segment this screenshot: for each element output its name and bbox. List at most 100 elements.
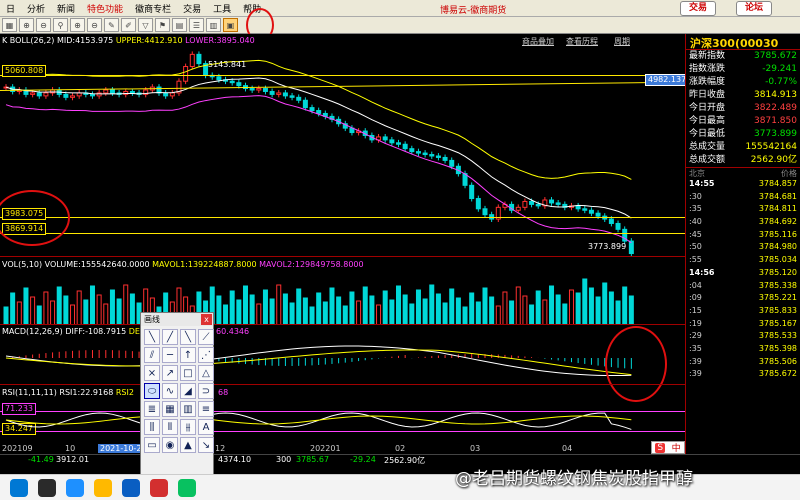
zoom-out-icon[interactable]: ⊖ xyxy=(87,18,102,32)
browser-icon[interactable] xyxy=(66,478,84,497)
ime-toolbar[interactable]: S 中 xyxy=(651,441,685,454)
tick-price: 3785.398 xyxy=(758,343,797,353)
channel-icon[interactable]: ⟋ xyxy=(198,329,214,345)
tick-row: :39 3785.506 xyxy=(686,356,800,369)
level-label-4982: 4982.137 xyxy=(645,74,690,86)
ellipse-icon[interactable]: ⬭ xyxy=(144,383,160,399)
rectangle-icon[interactable]: □ xyxy=(180,365,196,381)
search-icon[interactable]: ⚲ xyxy=(53,18,68,32)
chart-area[interactable]: K BOLL(26,2) MID:4153.975 UPPER:4412.910… xyxy=(0,34,690,454)
folder-icon[interactable] xyxy=(94,478,112,497)
line-segment-icon[interactable]: ╲ xyxy=(144,329,160,345)
cycle-icon[interactable]: ▥ xyxy=(180,401,196,417)
trend-icon[interactable]: ↗ xyxy=(162,365,178,381)
flag-icon[interactable]: ⚑ xyxy=(155,18,170,32)
draw-palette-icon[interactable]: ▣ xyxy=(223,18,238,32)
quote-row: 总成交额 2562.90亿 xyxy=(686,154,800,167)
arc-icon[interactable]: ⊃ xyxy=(198,383,214,399)
volume-bar xyxy=(336,296,342,325)
quote-label: 总成交额 xyxy=(689,155,726,165)
menu-item-news[interactable]: 新闻 xyxy=(51,2,81,15)
volume-bar xyxy=(289,302,295,325)
app-title: 博易云-徽商期货 xyxy=(440,6,507,16)
menu-item-analysis[interactable]: 分析 xyxy=(21,2,51,15)
volume-bar xyxy=(369,295,375,325)
trading-app-icon[interactable] xyxy=(150,478,168,497)
tick-header-time: 北京 xyxy=(689,169,705,178)
candle-body xyxy=(529,200,535,205)
fibonacci-icon[interactable]: ≣ xyxy=(144,401,160,417)
magnifier-plus-icon[interactable]: ⊕ xyxy=(19,18,34,32)
down-marker-icon[interactable]: ↘ xyxy=(198,437,214,453)
table-icon[interactable]: ▤ xyxy=(172,18,187,32)
wave-icon[interactable]: ∿ xyxy=(162,383,178,399)
ime-logo-icon: S xyxy=(655,442,666,453)
volume-bar xyxy=(529,304,535,325)
rsi-extra-label: 68 xyxy=(218,388,229,397)
speed-icon[interactable]: ≡ xyxy=(198,401,214,417)
cross-line-icon[interactable]: ⨯ xyxy=(144,365,160,381)
grid-icon[interactable]: ▦ xyxy=(2,18,17,32)
tick-price: 3785.034 xyxy=(758,255,797,265)
list-icon[interactable]: ☰ xyxy=(189,18,204,32)
close-icon[interactable]: x xyxy=(201,314,212,325)
tick-price: 3785.120 xyxy=(758,267,797,277)
quote-row: 总成交量 155542164 xyxy=(686,141,800,154)
menu-item-column[interactable]: 徽商专栏 xyxy=(129,2,177,15)
volume-bar xyxy=(469,292,475,325)
menu-item-trade[interactable]: 交易 xyxy=(177,2,207,15)
zoom-in-icon[interactable]: ⊕ xyxy=(70,18,85,32)
menu-item-features[interactable]: 特色功能 xyxy=(81,2,129,15)
triangle-icon[interactable]: △ xyxy=(198,365,214,381)
wechat-icon[interactable] xyxy=(178,478,196,497)
time-zone-icon[interactable]: ⫴ xyxy=(162,419,178,435)
up-marker-icon[interactable]: ▲ xyxy=(180,437,196,453)
candle-body xyxy=(216,76,222,81)
volume-bar xyxy=(535,290,541,325)
macd-chart xyxy=(5,345,632,377)
volume-bar xyxy=(50,300,56,325)
task-view-icon[interactable] xyxy=(38,478,56,497)
volume-bar xyxy=(602,282,608,325)
funnel-icon[interactable]: ▽ xyxy=(138,18,153,32)
tick-list[interactable]: 14:55 3784.857:30 3784.681:35 3784.811:40 37… xyxy=(686,178,800,381)
low-price-label: 3773.899 xyxy=(588,242,627,251)
magnifier-minus-icon[interactable]: ⊖ xyxy=(36,18,51,32)
gann-icon[interactable]: ▦ xyxy=(162,401,178,417)
arrow-up-icon[interactable]: ↑ xyxy=(180,347,196,363)
volume-bar xyxy=(628,295,634,325)
ime-mode[interactable]: 中 xyxy=(672,441,681,454)
volume-bar xyxy=(89,285,95,325)
boll-lower-line xyxy=(5,95,632,244)
candle-body xyxy=(189,53,195,68)
brush-icon[interactable]: ✐ xyxy=(121,18,136,32)
app-icon[interactable] xyxy=(122,478,140,497)
ruler-icon[interactable]: ▭ xyxy=(144,437,160,453)
tick-row: :45 3785.116 xyxy=(686,229,800,242)
menu-item-tools[interactable]: 工具 xyxy=(207,2,237,15)
tick-row: :30 3784.681 xyxy=(686,191,800,204)
ray-icon[interactable]: ╲ xyxy=(180,329,196,345)
price-range-icon[interactable]: ⫵ xyxy=(180,419,196,435)
forum-button[interactable]: 论坛 xyxy=(736,1,773,16)
tick-time: :09 xyxy=(689,293,702,303)
hline-icon[interactable]: ─ xyxy=(162,347,178,363)
text-icon[interactable]: A xyxy=(198,419,214,435)
draw-palette[interactable]: 画线 x ╲ ╱ ╲ ⟋ ⫽ ─ ↑ ⋰ ⨯ ↗ □ △ ⬭ ∿ ◢ ⊃ ≣ ▦… xyxy=(140,312,214,477)
volume-bar xyxy=(409,303,415,325)
pattern-icon[interactable]: ◢ xyxy=(180,383,196,399)
parallel-icon[interactable]: ⫽ xyxy=(144,347,160,363)
magnet-icon[interactable]: ◉ xyxy=(162,437,178,453)
volume-bar xyxy=(389,299,395,325)
windows-icon[interactable] xyxy=(10,478,28,497)
line-icon[interactable]: ╱ xyxy=(162,329,178,345)
volume-bar xyxy=(3,306,9,325)
menu-item-day[interactable]: 日 xyxy=(0,2,21,15)
trade-button[interactable]: 交易 xyxy=(680,1,717,16)
split-icon[interactable]: ▥ xyxy=(206,18,221,32)
pen-icon[interactable]: ✎ xyxy=(104,18,119,32)
fan-icon[interactable]: ⋰ xyxy=(198,347,214,363)
bars-icon[interactable]: ⫼ xyxy=(144,419,160,435)
tick-time: :15 xyxy=(689,305,702,315)
candle-body xyxy=(36,92,42,97)
